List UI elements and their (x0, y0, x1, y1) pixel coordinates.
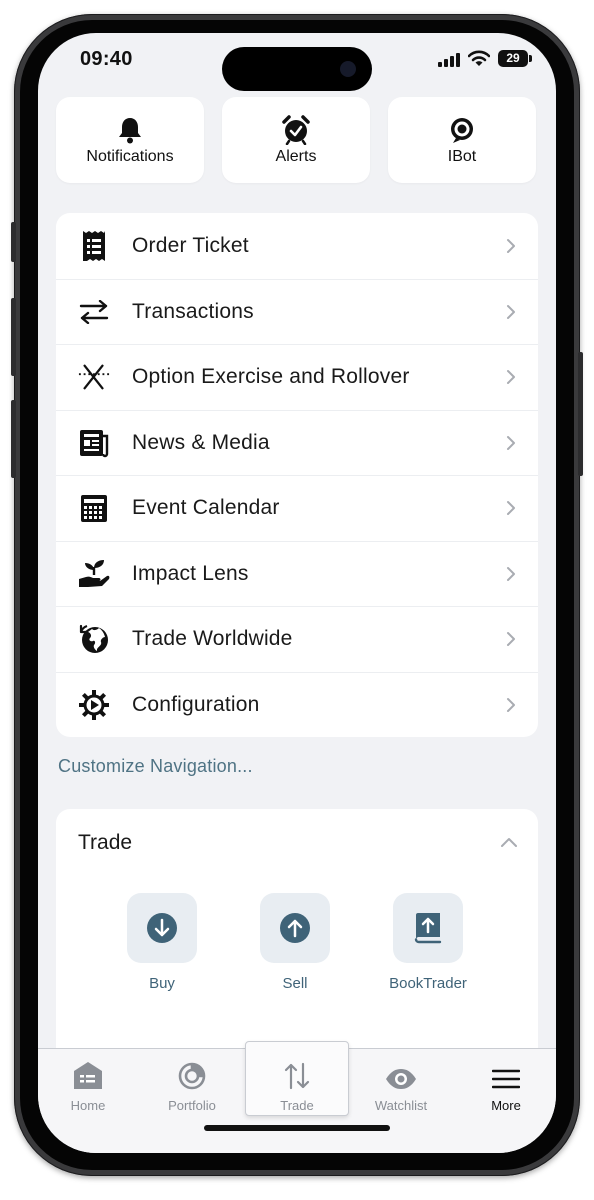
chevron-right-icon (507, 370, 515, 385)
buy-button[interactable]: Buy (107, 893, 217, 992)
tab-label: Portfolio (168, 1098, 216, 1113)
tab-label: Trade (280, 1098, 314, 1113)
home-indicator (204, 1125, 390, 1131)
tab-trade[interactable]: Trade (247, 1049, 347, 1113)
ibot-label: IBot (447, 147, 477, 165)
menu-item-label: Configuration (132, 692, 260, 716)
ibot-icon (451, 117, 473, 143)
sell-label: Sell (282, 975, 308, 992)
menu-item-impact-lens[interactable]: Impact Lens (56, 540, 538, 607)
hamburger-icon (492, 1069, 520, 1089)
plant-hand-icon (79, 559, 110, 587)
tab-watchlist[interactable]: Watchlist (351, 1049, 451, 1113)
menu-item-event-calendar[interactable]: Event Calendar (56, 475, 538, 541)
quick-actions: Notifications Alerts IBot (56, 97, 538, 185)
menu-item-configuration[interactable]: Configuration (56, 671, 538, 738)
chevron-up-icon[interactable] (500, 837, 518, 848)
arrow-down-circle-icon (147, 913, 177, 943)
wifi-icon (468, 50, 490, 66)
side-button-power (578, 352, 583, 476)
menu-item-label: Event Calendar (132, 496, 280, 520)
menu-item-news-media[interactable]: News & Media (56, 409, 538, 476)
menu-item-label: News & Media (132, 430, 270, 454)
booktrader-label: BookTrader (389, 975, 467, 992)
alerts-label: Alerts (275, 147, 317, 165)
order-ticket-icon (83, 230, 105, 261)
tab-portfolio[interactable]: Portfolio (142, 1049, 242, 1113)
menu-item-label: Order Ticket (132, 233, 249, 257)
menu-item-label: Trade Worldwide (132, 627, 293, 651)
portfolio-icon (178, 1062, 206, 1090)
front-camera (340, 61, 356, 77)
calendar-icon (81, 495, 107, 523)
alarm-clock-icon (282, 114, 310, 145)
book-upload-icon (414, 913, 442, 944)
menu-item-label: Transactions (132, 299, 254, 323)
alerts-button[interactable]: Alerts (222, 97, 370, 183)
buy-label: Buy (149, 975, 175, 992)
screen: 09:40 29 Notifications Alerts IBot Order… (38, 33, 556, 1153)
notifications-label: Notifications (86, 147, 174, 165)
trade-section-title: Trade (78, 831, 133, 854)
chevron-right-icon (507, 238, 515, 253)
signal-icon (438, 53, 460, 67)
bell-icon (119, 117, 141, 143)
home-icon (74, 1062, 102, 1089)
chevron-right-icon (507, 566, 515, 581)
menu-item-trade-worldwide[interactable]: Trade Worldwide (56, 606, 538, 672)
eye-icon (386, 1069, 416, 1089)
gear-icon (79, 689, 109, 720)
tab-bar: Home Portfolio Trade Watchlist More (38, 1041, 556, 1153)
side-button-volume-up (11, 298, 16, 376)
tab-label: More (491, 1098, 521, 1113)
ibot-button[interactable]: IBot (388, 97, 536, 183)
tab-label: Home (70, 1098, 106, 1113)
menu-item-option-exercise[interactable]: Option Exercise and Rollover (56, 344, 538, 410)
chevron-right-icon (507, 435, 515, 450)
sell-button[interactable]: Sell (240, 893, 350, 992)
newspaper-icon (80, 429, 109, 457)
tab-home[interactable]: Home (38, 1049, 138, 1113)
arrow-up-circle-icon (280, 913, 310, 943)
chevron-right-icon (507, 632, 515, 647)
menu-item-label: Impact Lens (132, 561, 249, 585)
menu-item-order-ticket[interactable]: Order Ticket (56, 213, 538, 279)
battery-indicator: 29 (498, 50, 528, 67)
globe-icon (79, 625, 108, 654)
side-button-mute (11, 222, 16, 262)
notifications-button[interactable]: Notifications (56, 97, 204, 183)
status-time: 09:40 (80, 48, 133, 70)
dynamic-island (222, 47, 372, 91)
tab-more[interactable]: More (456, 1049, 556, 1113)
chevron-right-icon (507, 501, 515, 516)
trade-arrows-icon (284, 1062, 310, 1090)
battery-cap (529, 55, 532, 62)
customize-navigation-link[interactable]: Customize Navigation... (58, 756, 253, 777)
status-bar: 09:40 29 (38, 33, 556, 95)
menu-item-transactions[interactable]: Transactions (56, 278, 538, 345)
chevron-right-icon (507, 304, 515, 319)
chevron-right-icon (507, 697, 515, 712)
side-button-volume-down (11, 400, 16, 478)
menu-item-label: Option Exercise and Rollover (132, 365, 410, 389)
option-exercise-icon (78, 364, 110, 390)
booktrader-button[interactable]: BookTrader (373, 893, 483, 992)
menu-list: Order Ticket Transactions Option Exercis… (56, 213, 538, 737)
tab-label: Watchlist (374, 1098, 428, 1113)
transfer-arrows-icon (79, 299, 109, 324)
